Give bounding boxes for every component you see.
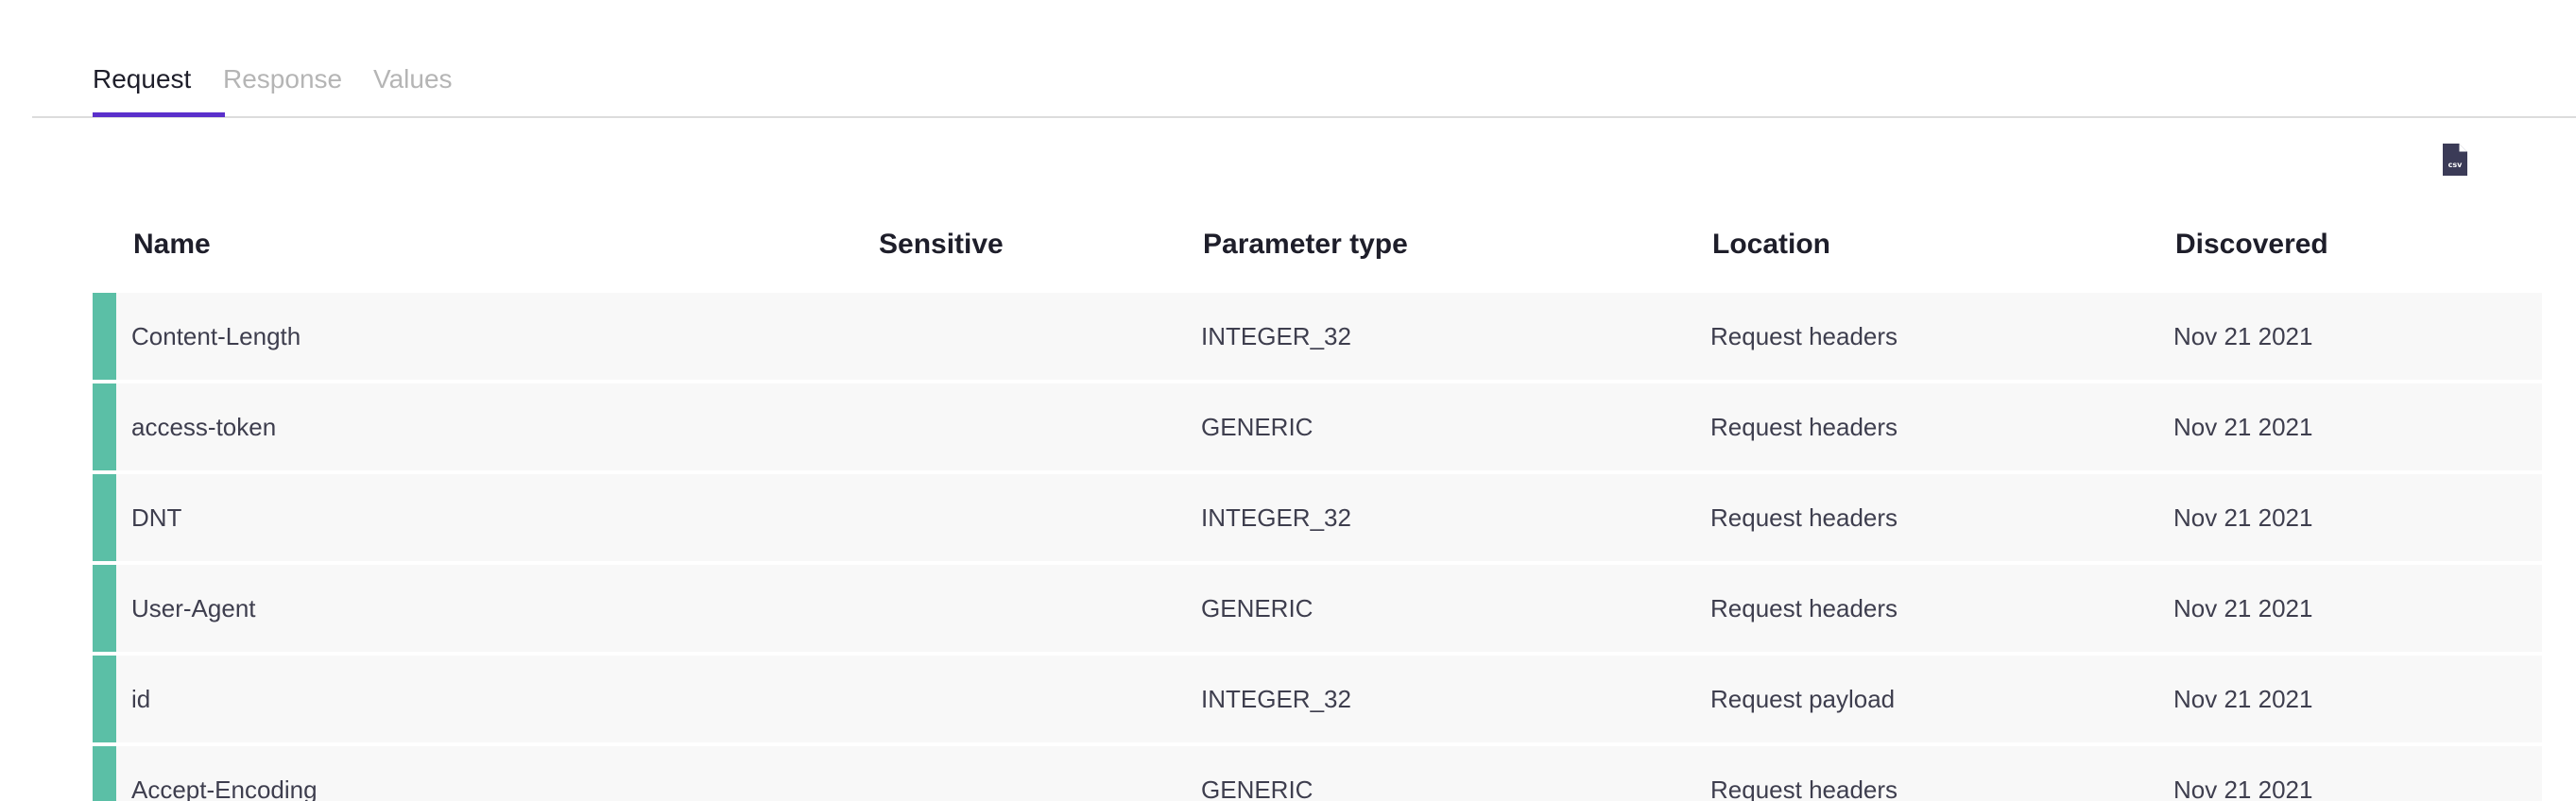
parameters-table: Name Sensitive Parameter type Location D… [93,217,2542,801]
cell-parameter-type: INTEGER_32 [1201,322,1351,350]
column-header-discovered[interactable]: Discovered [2175,229,2328,261]
csv-file-icon: csv [2443,144,2467,176]
cell-location: Request headers [1710,322,1898,350]
column-header-parameter-type[interactable]: Parameter type [1203,229,1408,261]
column-header-location[interactable]: Location [1712,229,1830,261]
table-row[interactable]: id INTEGER_32 Request payload Nov 21 202… [93,656,2542,742]
row-status-marker [93,383,116,470]
cell-discovered: Nov 21 2021 [2173,503,2313,532]
row-status-marker [93,474,116,561]
cell-parameter-type: GENERIC [1201,413,1314,441]
tab-request[interactable]: Request [93,62,191,96]
cell-discovered: Nov 21 2021 [2173,322,2313,350]
table-row[interactable]: User-Agent GENERIC Request headers Nov 2… [93,565,2542,652]
cell-name: id [131,685,151,713]
cell-name: User-Agent [131,594,256,622]
cell-location: Request headers [1710,413,1898,441]
cell-parameter-type: INTEGER_32 [1201,685,1351,713]
table-header: Name Sensitive Parameter type Location D… [93,217,2542,293]
tab-response[interactable]: Response [223,62,342,96]
cell-name: Accept-Encoding [131,775,318,801]
cell-parameter-type: GENERIC [1201,594,1314,622]
table-row[interactable]: DNT INTEGER_32 Request headers Nov 21 20… [93,474,2542,561]
tab-bar: Request Response Values [32,0,2576,118]
cell-discovered: Nov 21 2021 [2173,413,2313,441]
table-row[interactable]: Content-Length INTEGER_32 Request header… [93,293,2542,380]
row-status-marker [93,293,116,380]
column-header-sensitive[interactable]: Sensitive [879,229,1004,261]
row-status-marker [93,656,116,742]
cell-discovered: Nov 21 2021 [2173,594,2313,622]
cell-discovered: Nov 21 2021 [2173,685,2313,713]
row-status-marker [93,746,116,801]
page: Request Response Values csv Name Sensiti… [0,0,2576,801]
cell-parameter-type: GENERIC [1201,775,1314,801]
cell-location: Request headers [1710,775,1898,801]
cell-location: Request headers [1710,594,1898,622]
cell-location: Request payload [1710,685,1896,713]
active-tab-indicator [93,112,225,117]
cell-discovered: Nov 21 2021 [2173,775,2313,801]
cell-name: Content-Length [131,322,301,350]
row-status-marker [93,565,116,652]
column-header-name[interactable]: Name [133,229,211,261]
table-body: Content-Length INTEGER_32 Request header… [93,293,2542,801]
tab-values[interactable]: Values [373,62,453,96]
csv-download-button[interactable]: csv [2443,144,2467,176]
table-row[interactable]: Accept-Encoding GENERIC Request headers … [93,746,2542,801]
cell-parameter-type: INTEGER_32 [1201,503,1351,532]
cell-name: access-token [131,413,277,441]
table-row[interactable]: access-token GENERIC Request headers Nov… [93,383,2542,470]
csv-icon-label: csv [2448,161,2464,169]
cell-name: DNT [131,503,182,532]
cell-location: Request headers [1710,503,1898,532]
